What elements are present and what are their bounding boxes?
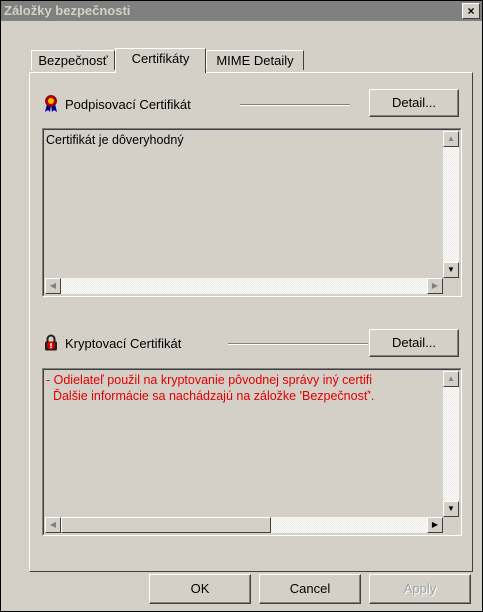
tab-label: Certifikáty	[131, 51, 190, 66]
certificate-ribbon-icon	[43, 95, 59, 113]
signing-cert-text: Certifikát je dôveryhodný	[46, 132, 436, 148]
arrow-up-icon: ▲	[447, 374, 455, 383]
scroll-right-button[interactable]: ▶	[427, 517, 443, 533]
arrow-down-icon: ▼	[447, 504, 455, 513]
arrow-left-icon: ◀	[49, 520, 57, 529]
button-label: Detail...	[391, 335, 437, 350]
group-divider	[240, 104, 350, 106]
button-label: Apply	[403, 581, 437, 596]
horizontal-scrollbar[interactable]: ◀ ▶	[45, 278, 443, 294]
tab-mime-detaily[interactable]: MIME Detaily	[206, 50, 304, 70]
security-dialog: Záložky bezpečnosti × Bezpečnosť Certifi…	[0, 0, 483, 612]
close-button[interactable]: ×	[462, 3, 480, 19]
scroll-up-button[interactable]: ▲	[443, 131, 459, 147]
lock-warning-icon	[43, 334, 59, 352]
button-label: Detail...	[391, 95, 437, 110]
arrow-up-icon: ▲	[447, 134, 455, 143]
tab-label: MIME Detaily	[216, 53, 294, 68]
encryption-cert-label: Kryptovací Certifikát	[65, 336, 182, 351]
encryption-cert-text: - Odielateľ použil na kryptovanie pôvodn…	[46, 372, 436, 404]
text-line: Certifikát je dôveryhodný	[46, 133, 184, 147]
group-divider	[228, 343, 368, 345]
tab-label: Bezpečnosť	[38, 53, 108, 68]
certificates-panel: Podpisovací Certifikát Detail... Certifi…	[29, 72, 473, 572]
vertical-scrollbar[interactable]: ▲ ▼	[443, 371, 459, 517]
close-icon: ×	[467, 4, 475, 18]
scroll-down-button[interactable]: ▼	[443, 501, 459, 517]
arrow-right-icon: ▶	[431, 520, 439, 529]
signing-cert-label: Podpisovací Certifikát	[65, 97, 191, 112]
scroll-up-button[interactable]: ▲	[443, 371, 459, 387]
arrow-left-icon: ◀	[49, 281, 57, 290]
cancel-button[interactable]: Cancel	[259, 574, 361, 604]
ok-button[interactable]: OK	[149, 574, 251, 604]
encryption-detail-button[interactable]: Detail...	[369, 329, 459, 357]
title-bar[interactable]: Záložky bezpečnosti ×	[1, 1, 482, 21]
button-label: OK	[190, 581, 210, 596]
vertical-scrollbar[interactable]: ▲ ▼	[443, 131, 459, 278]
arrow-down-icon: ▼	[447, 265, 455, 274]
horizontal-scrollbar[interactable]: ◀ ▶	[45, 517, 443, 533]
scrollbar-corner	[443, 278, 459, 294]
encryption-cert-textbox[interactable]: - Odielateľ použil na kryptovanie pôvodn…	[42, 368, 462, 536]
signing-cert-textbox[interactable]: Certifikát je dôveryhodný ▲ ▼ ◀ ▶	[42, 128, 462, 297]
button-label: Cancel	[289, 581, 331, 596]
tab-certifikaty[interactable]: Certifikáty	[115, 48, 206, 73]
scroll-right-button[interactable]: ▶	[427, 278, 443, 294]
scroll-left-button[interactable]: ◀	[45, 278, 61, 294]
tab-bezpecnost[interactable]: Bezpečnosť	[31, 50, 115, 70]
window-title: Záložky bezpečnosti	[4, 3, 131, 18]
text-line: Ďalšie informácie sa nachádzajú na zálož…	[46, 389, 375, 403]
signing-detail-button[interactable]: Detail...	[369, 89, 459, 117]
scrollbar-corner	[443, 517, 459, 533]
apply-button[interactable]: Apply	[369, 574, 471, 604]
scroll-thumb[interactable]	[61, 517, 271, 533]
arrow-right-icon: ▶	[431, 281, 439, 290]
scroll-down-button[interactable]: ▼	[443, 262, 459, 278]
text-line: - Odielateľ použil na kryptovanie pôvodn…	[46, 373, 373, 387]
scroll-left-button[interactable]: ◀	[45, 517, 61, 533]
